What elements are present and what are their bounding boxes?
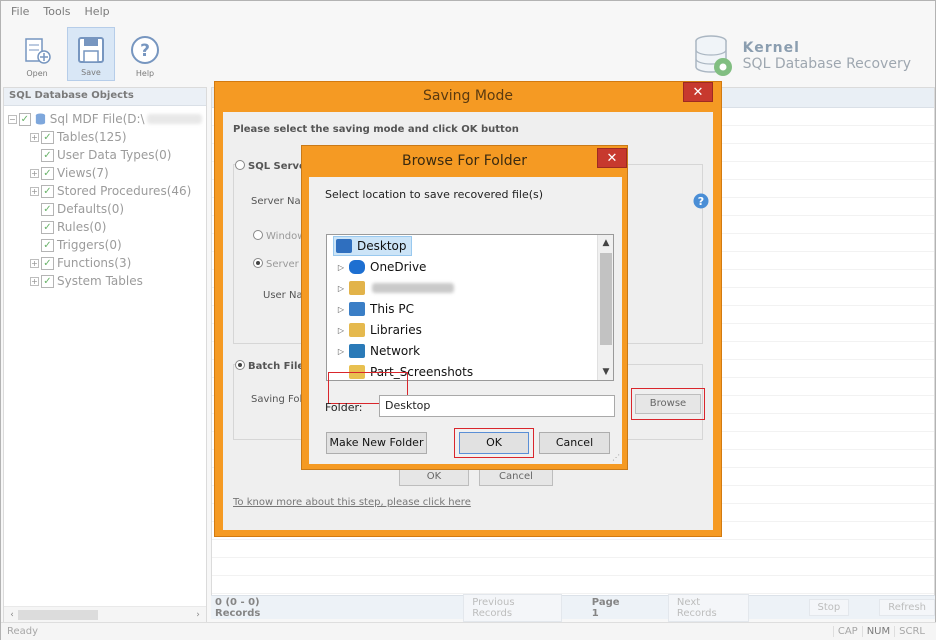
folder-item-label: Desktop bbox=[357, 239, 407, 253]
browse-button[interactable]: Browse bbox=[635, 394, 701, 414]
scroll-up-icon[interactable]: ▲ bbox=[598, 235, 614, 251]
user-name-label: User Na bbox=[263, 290, 303, 301]
ok-button[interactable]: OK bbox=[399, 468, 469, 486]
scroll-down-icon[interactable]: ▼ bbox=[598, 364, 614, 380]
expand-arrow-icon[interactable]: ▷ bbox=[337, 263, 345, 272]
radio-selected-icon[interactable] bbox=[253, 258, 263, 268]
folder-tree: Desktop ▷ OneDrive ▷ ▷ This PC ▷ Libraries ▷ Netw… bbox=[326, 234, 614, 381]
saving-folder-label: Saving Fol bbox=[251, 394, 303, 405]
redacted-username bbox=[372, 283, 454, 293]
help-circle-icon[interactable]: ? bbox=[693, 193, 709, 212]
resize-grip-icon[interactable]: ⋰ bbox=[612, 453, 620, 462]
folder-item-desktop[interactable]: Desktop bbox=[333, 236, 412, 256]
computer-icon bbox=[349, 302, 365, 316]
expand-arrow-icon[interactable]: ▷ bbox=[337, 284, 345, 293]
close-icon[interactable]: ✕ bbox=[683, 82, 713, 102]
folder-item-this-pc[interactable]: ▷ This PC bbox=[337, 299, 414, 319]
folder-item-label: This PC bbox=[370, 302, 414, 316]
folder-item-label: Libraries bbox=[370, 323, 422, 337]
folder-item-onedrive[interactable]: ▷ OneDrive bbox=[337, 257, 426, 277]
network-icon bbox=[349, 344, 365, 358]
folder-label: Folder: bbox=[325, 401, 363, 414]
ok-button[interactable]: OK bbox=[459, 432, 529, 454]
cancel-button[interactable]: Cancel bbox=[539, 432, 610, 454]
windows-auth-radio[interactable]: Window bbox=[253, 230, 305, 242]
vertical-scrollbar[interactable]: ▲ ▼ bbox=[597, 235, 613, 380]
server-auth-radio[interactable]: Server bbox=[253, 258, 299, 270]
browse-for-folder-dialog: Browse For Folder ✕ Select location to s… bbox=[301, 145, 628, 470]
radio-selected-icon[interactable] bbox=[235, 360, 245, 370]
folder-item-label: OneDrive bbox=[370, 260, 427, 274]
svg-text:?: ? bbox=[698, 195, 704, 208]
close-icon[interactable]: ✕ bbox=[597, 148, 627, 168]
scroll-thumb[interactable] bbox=[600, 253, 612, 345]
folder-item-user[interactable]: ▷ bbox=[337, 278, 454, 298]
batch-file-label: Batch File bbox=[248, 361, 305, 372]
folder-item-label: Network bbox=[370, 344, 421, 358]
make-new-folder-button[interactable]: Make New Folder bbox=[326, 432, 427, 454]
browse-dialog-title: Browse For Folder bbox=[401, 153, 527, 169]
folder-item-network[interactable]: ▷ Network bbox=[337, 341, 420, 361]
radio-icon[interactable] bbox=[253, 230, 263, 240]
cancel-button[interactable]: Cancel bbox=[479, 468, 553, 486]
server-auth-label: Server bbox=[266, 259, 299, 270]
expand-arrow-icon[interactable]: ▷ bbox=[337, 305, 345, 314]
expand-arrow-icon[interactable]: ▷ bbox=[337, 326, 345, 335]
folder-item-libraries[interactable]: ▷ Libraries bbox=[337, 320, 422, 340]
folder-input[interactable]: Desktop bbox=[379, 395, 615, 417]
user-folder-icon bbox=[349, 281, 365, 295]
browse-instruction: Select location to save recovered file(s… bbox=[325, 188, 544, 201]
batch-file-radio[interactable]: Batch File bbox=[235, 360, 308, 372]
saving-mode-title: Saving Mode bbox=[423, 88, 513, 104]
instruction-text: Please select the saving mode and click … bbox=[233, 124, 519, 135]
browse-dialog-body: Select location to save recovered file(s… bbox=[309, 177, 622, 464]
expand-arrow-icon[interactable]: ▷ bbox=[337, 347, 345, 356]
help-link[interactable]: To know more about this step, please cli… bbox=[233, 497, 471, 508]
cloud-icon bbox=[349, 260, 365, 274]
radio-icon[interactable] bbox=[235, 160, 245, 170]
libraries-icon bbox=[349, 323, 365, 337]
monitor-icon bbox=[336, 239, 352, 253]
server-name-label: Server Na bbox=[251, 196, 301, 207]
windows-auth-label: Window bbox=[266, 231, 306, 242]
